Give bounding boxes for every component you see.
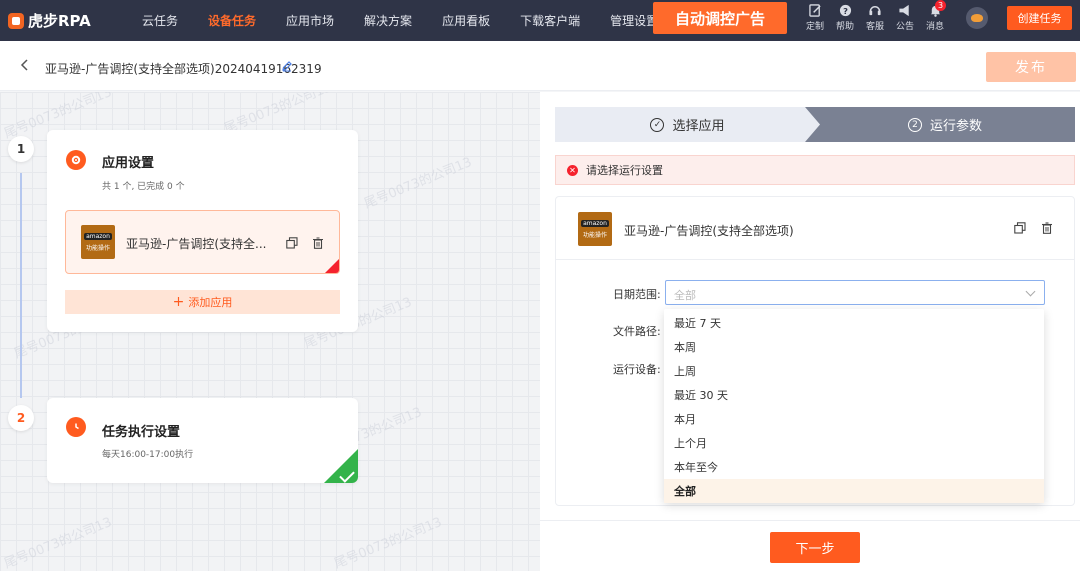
svg-text:?: ? (843, 5, 848, 15)
util-label: 消息 (925, 22, 944, 32)
add-app-label: 添加应用 (188, 296, 233, 309)
watermark: 尾号0073的公司13 (362, 154, 475, 212)
error-alert: ✕ 请选择运行设置 (555, 155, 1075, 185)
date-range-select[interactable]: 全部 (665, 280, 1045, 305)
nav-item-settings[interactable]: 管理设置 (610, 12, 658, 29)
help-icon: ? (838, 3, 852, 17)
task-execution-card[interactable]: 任务执行设置 每天16:00-17:00执行 (47, 398, 358, 483)
util-customize[interactable]: 定制 (800, 3, 830, 32)
gear-icon (66, 150, 86, 170)
plus-icon: + (172, 294, 185, 310)
util-label: 帮助 (835, 22, 854, 32)
logo-text: 虎步RPA (28, 12, 91, 30)
step-number: 2 (907, 117, 922, 132)
footer-divider (540, 520, 1080, 521)
trash-icon[interactable] (1041, 222, 1053, 234)
title-bar: 亚马逊-广告调控(支持全部选项)20240419162319 发布 (0, 41, 1080, 91)
step-connector-line (20, 173, 22, 398)
trash-icon[interactable] (312, 237, 324, 249)
nav-item-app-market[interactable]: 应用市场 (286, 12, 334, 29)
watermark: 尾号0073的公司13 (332, 514, 445, 571)
step-label: 运行参数 (929, 119, 982, 134)
chevron-down-icon (1025, 286, 1036, 297)
app-settings-title: 应用设置 (102, 156, 155, 171)
run-device-label: 运行设备: (613, 363, 661, 376)
headset-icon (868, 3, 882, 17)
util-label: 公告 (895, 22, 914, 32)
nav-item-download-client[interactable]: 下载客户端 (520, 12, 580, 29)
amazon-app-thumbnail: amazon 功能操作 (81, 225, 115, 259)
step-number-1: 1 (8, 136, 34, 162)
task-schedule: 每天16:00-17:00执行 (102, 450, 194, 460)
util-messages[interactable]: 3 消息 (920, 0, 950, 32)
nav-item-cloud-task[interactable]: 云任务 (142, 12, 178, 29)
nav-item-app-dashboard[interactable]: 应用看板 (442, 12, 490, 29)
amazon-logo: amazon (84, 232, 112, 240)
divider (556, 259, 1074, 260)
step-run-params[interactable]: 2 运行参数 (805, 107, 1075, 142)
util-label: 定制 (805, 22, 824, 32)
util-service[interactable]: 客服 (860, 3, 890, 32)
option-last-7-days[interactable]: 最近 7 天 (664, 311, 1044, 335)
next-step-button[interactable]: 下一步 (770, 532, 860, 563)
back-arrow-icon[interactable] (18, 58, 32, 72)
app-name: 亚马逊-广告调控(支持全... (126, 237, 267, 251)
message-badge: 3 (935, 0, 946, 11)
nav-item-device-task[interactable]: 设备任务 (208, 12, 256, 29)
incomplete-corner-flag (325, 259, 339, 273)
create-task-button[interactable]: 创建任务 (1007, 6, 1072, 30)
option-last-30-days[interactable]: 最近 30 天 (664, 383, 1044, 407)
top-navigation: 虎步RPA 云任务 设备任务 应用市场 解决方案 应用看板 下载客户端 管理设置… (0, 0, 1080, 41)
nav-item-solutions[interactable]: 解决方案 (364, 12, 412, 29)
option-last-week[interactable]: 上周 (664, 359, 1044, 383)
edit-icon (808, 3, 822, 17)
nav-menu: 云任务 设备任务 应用市场 解决方案 应用看板 下载客户端 管理设置 (142, 12, 688, 29)
check-circle-icon: ✓ (650, 117, 665, 132)
option-year-to-date[interactable]: 本年至今 (664, 455, 1044, 479)
option-this-month[interactable]: 本月 (664, 407, 1044, 431)
util-announcement[interactable]: 公告 (890, 3, 920, 32)
file-path-label: 文件路径: (613, 325, 661, 338)
option-all[interactable]: 全部 (664, 479, 1044, 503)
date-range-label: 日期范围: (613, 288, 661, 301)
util-help[interactable]: ? 帮助 (830, 3, 860, 32)
logo[interactable]: 虎步RPA (8, 10, 128, 31)
step-number-2: 2 (8, 405, 34, 431)
publish-button[interactable]: 发布 (986, 52, 1076, 82)
thumb-caption: 功能操作 (85, 244, 110, 252)
option-last-month[interactable]: 上个月 (664, 431, 1044, 455)
date-range-value: 全部 (674, 289, 696, 302)
alert-text: 请选择运行设置 (586, 164, 663, 177)
step-select-app[interactable]: ✓ 选择应用 (555, 107, 820, 142)
task-execution-title: 任务执行设置 (102, 425, 181, 440)
date-range-dropdown: 最近 7 天 本周 上周 最近 30 天 本月 上个月 本年至今 全部 (664, 309, 1044, 503)
copy-icon[interactable] (286, 237, 298, 249)
app-name: 亚马逊-广告调控(支持全部选项) (624, 224, 794, 238)
add-app-button[interactable]: + 添加应用 (65, 290, 340, 314)
clock-icon (66, 417, 86, 437)
amazon-app-thumbnail: amazon 功能操作 (578, 212, 612, 246)
thumb-caption: 功能操作 (582, 231, 607, 239)
option-this-week[interactable]: 本周 (664, 335, 1044, 359)
config-steps: ✓ 选择应用 2 运行参数 (555, 107, 1075, 142)
copy-icon[interactable] (1014, 222, 1026, 234)
app-list-item[interactable]: amazon 功能操作 亚马逊-广告调控(支持全... (65, 210, 340, 274)
tiger-logo-icon (8, 12, 24, 29)
watermark: 尾号0073的公司13 (2, 514, 115, 571)
step-label: 选择应用 (672, 119, 725, 134)
app-settings-progress: 共 1 个, 已完成 0 个 (102, 182, 185, 192)
utility-icons: 定制 ? 帮助 客服 公告 3 消息 (800, 0, 950, 32)
amazon-logo: amazon (581, 219, 609, 227)
promo-banner[interactable]: 自动调控广告 (653, 2, 787, 34)
pencil-icon[interactable] (281, 60, 293, 72)
util-label: 客服 (865, 22, 884, 32)
user-avatar[interactable] (966, 7, 988, 29)
error-icon: ✕ (567, 164, 578, 176)
megaphone-icon (898, 3, 912, 17)
